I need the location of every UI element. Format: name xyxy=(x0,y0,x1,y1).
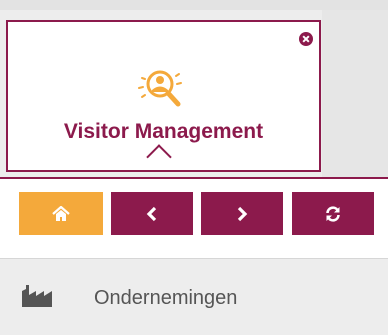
home-icon xyxy=(52,205,70,221)
menu-item-ondernemingen[interactable]: Ondernemingen xyxy=(0,258,388,335)
forward-button[interactable] xyxy=(201,192,283,235)
refresh-icon xyxy=(326,205,340,222)
home-button[interactable] xyxy=(19,192,103,235)
chevron-right-icon xyxy=(237,206,248,221)
back-button[interactable] xyxy=(111,192,193,235)
navigation-toolbar xyxy=(0,177,388,258)
visitor-search-icon xyxy=(138,70,182,107)
right-pane xyxy=(322,10,388,178)
close-icon[interactable] xyxy=(299,32,313,46)
refresh-button[interactable] xyxy=(292,192,374,235)
menu-item-label: Ondernemingen xyxy=(94,287,238,309)
chevron-left-icon xyxy=(146,206,157,221)
top-strip xyxy=(0,0,388,10)
app-card-title: Visitor Management xyxy=(63,120,264,143)
factory-icon xyxy=(22,285,52,307)
